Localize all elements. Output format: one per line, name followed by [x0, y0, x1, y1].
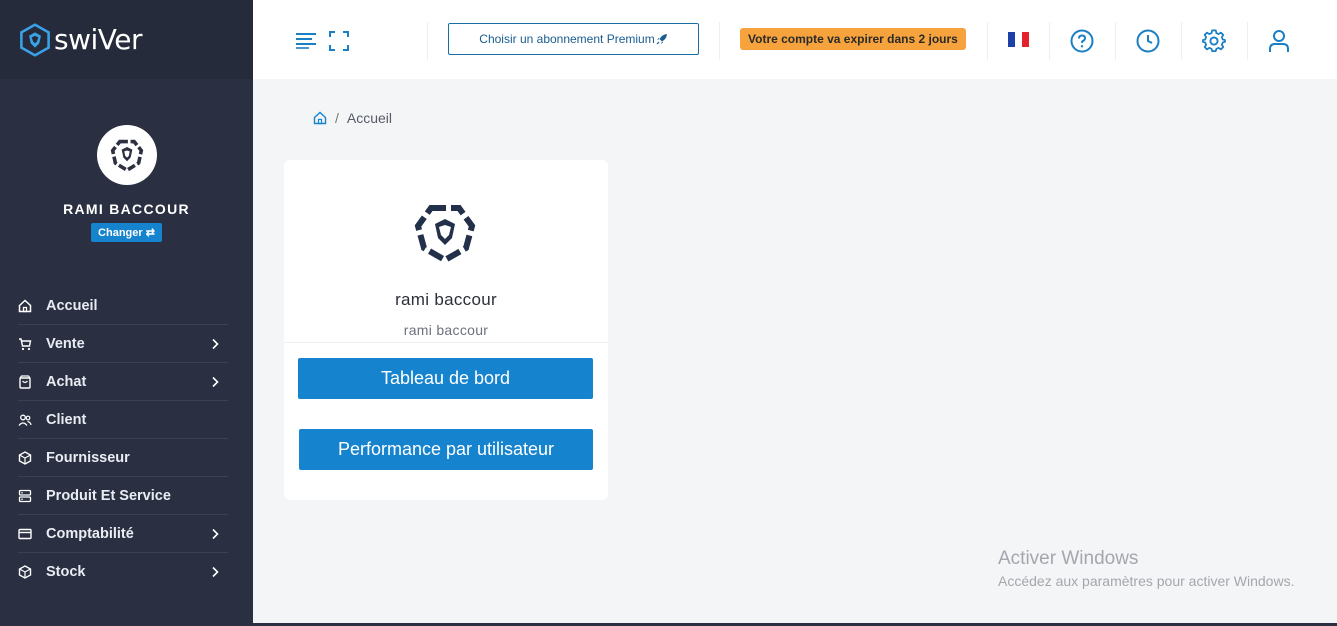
divider — [1049, 22, 1050, 60]
card-title: rami baccour — [395, 290, 497, 309]
sidebar-item-label: Accueil — [46, 297, 98, 314]
breadcrumb-current: Accueil — [346, 110, 393, 126]
divider — [987, 22, 988, 60]
breadcrumb: / Accueil — [313, 110, 392, 126]
brand-logo[interactable]: swiVer — [0, 0, 253, 79]
divider — [1115, 22, 1116, 60]
sidebar-item-label: Client — [46, 411, 87, 428]
dashboard-button[interactable]: Tableau de bord — [298, 358, 593, 399]
gear-icon[interactable] — [1202, 29, 1226, 53]
box-icon — [18, 450, 32, 465]
premium-label: Choisir un abonnement Premium — [479, 32, 655, 46]
sidebar-item-label: Produit Et Service — [46, 487, 171, 504]
user-performance-button[interactable]: Performance par utilisateur — [299, 429, 593, 470]
profile-block: RAMI BACCOUR Changer ⇄ — [0, 125, 253, 242]
clock-icon[interactable] — [1136, 29, 1160, 53]
home-icon — [18, 298, 32, 313]
user-name: RAMI BACCOUR — [63, 201, 190, 217]
sidebar-item-accueil[interactable]: Accueil — [18, 287, 228, 325]
lion-logo-icon — [414, 205, 476, 262]
sidebar-item-label: Achat — [46, 373, 87, 390]
users-icon — [18, 413, 32, 427]
sidebar-item-label: Comptabilité — [46, 525, 134, 542]
sidebar-item-comptabilite[interactable]: Comptabilité — [18, 515, 228, 553]
brand-name: swiVer — [54, 23, 143, 56]
home-icon[interactable] — [313, 111, 327, 125]
chevron-right-icon — [212, 566, 219, 578]
sidebar-item-vente[interactable]: Vente — [18, 325, 228, 363]
sidebar-item-client[interactable]: Client — [18, 401, 228, 439]
windows-activation-text: Accédez aux paramètres pour activer Wind… — [998, 573, 1295, 589]
sidebar-item-label: Stock — [46, 564, 86, 580]
card-icon — [18, 527, 32, 541]
sidebar-item-achat[interactable]: Achat — [18, 363, 228, 401]
lion-logo-icon — [20, 22, 50, 57]
chevron-right-icon — [212, 376, 219, 388]
divider — [427, 22, 428, 60]
divider — [719, 22, 720, 60]
company-card: rami baccour rami baccour Tableau de bor… — [284, 160, 608, 500]
bag-icon — [18, 374, 32, 389]
menu-toggle-icon[interactable] — [295, 31, 317, 49]
windows-activation-title: Activer Windows — [998, 548, 1139, 569]
breadcrumb-separator: / — [335, 110, 339, 126]
divider — [284, 342, 608, 343]
sidebar-item-label: Fournisseur — [46, 449, 130, 466]
fullscreen-icon[interactable] — [329, 31, 349, 51]
lion-avatar-icon — [110, 139, 143, 172]
cart-icon — [18, 337, 32, 351]
divider — [1181, 22, 1182, 60]
top-header: Choisir un abonnement Premium Votre comp… — [253, 0, 1337, 79]
cube-icon — [18, 565, 32, 579]
expiry-warning-badge: Votre compte va expirer dans 2 jours — [740, 28, 966, 50]
chevron-right-icon — [212, 338, 219, 350]
sidebar-item-fournisseur[interactable]: Fournisseur — [18, 439, 228, 477]
sidebar-item-label: Vente — [46, 335, 85, 352]
sidebar-menu: Accueil Vente Achat Client Fournisseur P… — [18, 287, 228, 591]
rocket-icon — [656, 34, 667, 45]
chevron-right-icon — [212, 528, 219, 540]
change-account-button[interactable]: Changer ⇄ — [91, 223, 162, 242]
avatar[interactable] — [96, 125, 157, 185]
card-subtitle: rami baccour — [403, 322, 489, 338]
french-flag-icon[interactable] — [1008, 32, 1029, 47]
sidebar-item-produit-et-service[interactable]: Produit Et Service — [18, 477, 228, 515]
divider — [1247, 22, 1248, 60]
help-icon[interactable] — [1070, 29, 1094, 53]
sidebar-item-stock[interactable]: Stock — [18, 553, 228, 591]
sidebar: swiVer RAMI BACCOUR Changer ⇄ Accueil Ve… — [0, 0, 253, 626]
premium-subscription-button[interactable]: Choisir un abonnement Premium — [448, 23, 699, 55]
server-icon — [18, 489, 32, 503]
user-profile-icon[interactable] — [1268, 29, 1290, 53]
